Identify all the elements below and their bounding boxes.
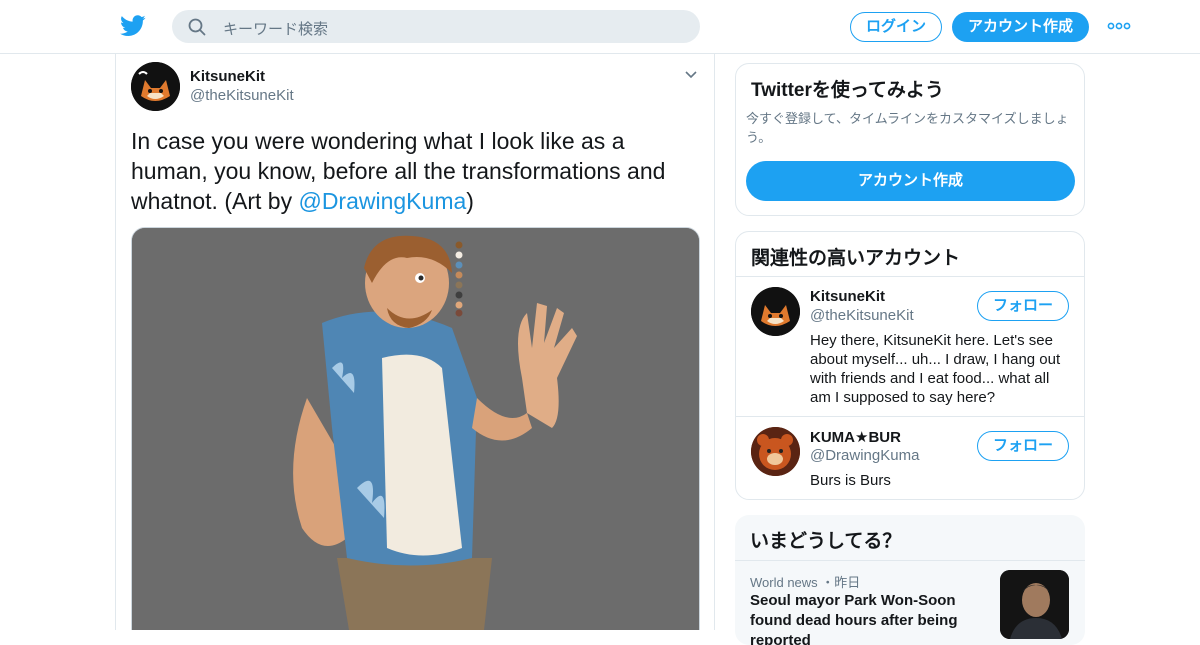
account-handle[interactable]: @DrawingKuma: [810, 447, 919, 464]
author-name[interactable]: KitsuneKit: [190, 68, 265, 85]
signup-card-title: Twitterを使ってみよう: [751, 80, 944, 101]
tweet-detail: KitsuneKit @theKitsuneKit In case you we…: [115, 54, 715, 630]
character-illustration: [132, 228, 699, 630]
bear-avatar-icon: [751, 427, 800, 476]
search-input[interactable]: キーワード検索: [172, 10, 700, 43]
fox-avatar-icon: [751, 287, 800, 336]
news-photo-icon: [1000, 570, 1069, 639]
fox-avatar-icon: [131, 62, 180, 111]
tweet-text-end: ): [466, 188, 474, 214]
more-options-icon[interactable]: [1107, 22, 1131, 30]
author-handle[interactable]: @theKitsuneKit: [190, 87, 294, 104]
chevron-down-icon[interactable]: [684, 70, 698, 80]
divider: [735, 560, 1085, 561]
login-button[interactable]: ログイン: [850, 12, 942, 42]
related-accounts-title: 関連性の高いアカウント: [751, 248, 961, 269]
account-name[interactable]: KitsuneKit: [810, 288, 885, 305]
mention-link[interactable]: @DrawingKuma: [298, 188, 466, 214]
trend-meta: World news ・昨日: [750, 575, 861, 590]
related-accounts-card: 関連性の高いアカウント KitsuneKit @theKitsuneKit He…: [735, 231, 1085, 500]
tweet-media-image[interactable]: [131, 227, 700, 630]
account-item[interactable]: KUMA★BUR @DrawingKuma Burs is Burs フォロー: [736, 417, 1084, 499]
account-handle[interactable]: @theKitsuneKit: [810, 307, 914, 324]
account-bio: Hey there, KitsuneKit here. Let's see ab…: [810, 332, 1061, 406]
signup-card: Twitterを使ってみよう 今すぐ登録して、タイムラインをカスタマイズしましょ…: [735, 63, 1085, 216]
follow-button[interactable]: フォロー: [977, 291, 1069, 321]
twitter-bird-logo-icon[interactable]: [120, 14, 146, 38]
account-avatar[interactable]: [751, 287, 800, 336]
account-name[interactable]: KUMA★BUR: [810, 428, 901, 446]
account-avatar[interactable]: [751, 427, 800, 476]
create-account-button[interactable]: アカウント作成: [746, 161, 1075, 201]
search-placeholder: キーワード検索: [223, 21, 329, 38]
tweet-text: In case you were wondering what I look l…: [131, 126, 701, 216]
author-avatar[interactable]: [131, 62, 180, 111]
account-item[interactable]: KitsuneKit @theKitsuneKit Hey there, Kit…: [736, 277, 1084, 416]
account-bio: Burs is Burs: [810, 472, 891, 489]
signup-card-description: 今すぐ登録して、タイムラインをカスタマイズしましょう。: [746, 111, 1069, 145]
top-navigation-bar: キーワード検索 ログイン アカウント作成: [0, 0, 1200, 54]
trends-card: いまどうしてる？ World news ・昨日 Seoul mayor Park…: [735, 515, 1085, 645]
trend-thumbnail[interactable]: [1000, 570, 1069, 639]
follow-button[interactable]: フォロー: [977, 431, 1069, 461]
signup-button[interactable]: アカウント作成: [952, 12, 1089, 42]
trend-headline[interactable]: Seoul mayor Park Won-Soon found dead hou…: [750, 591, 995, 645]
search-icon: [188, 18, 206, 36]
trends-title: いまどうしてる？: [750, 531, 902, 552]
